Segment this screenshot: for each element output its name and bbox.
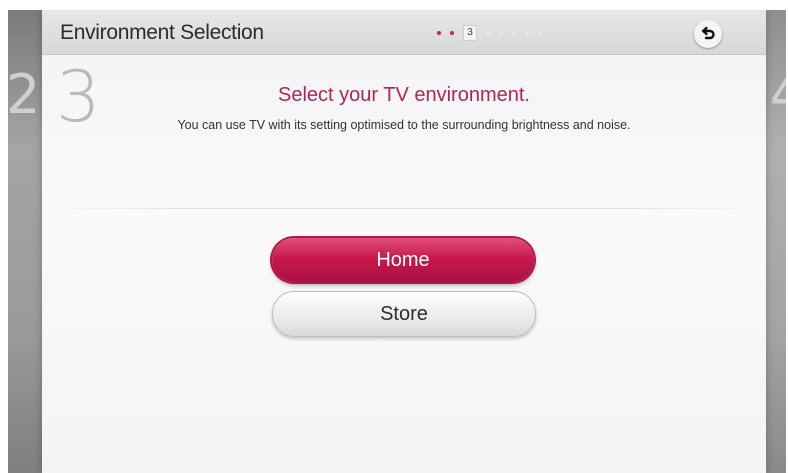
header-bar: Environment Selection 3 <box>42 10 766 55</box>
section-description: You can use TV with its setting optimise… <box>177 118 631 132</box>
next-step-number: 4 <box>770 68 786 122</box>
step-dot-pending <box>525 31 529 35</box>
back-arrow-icon <box>701 26 715 40</box>
step-dot-done <box>450 31 454 35</box>
step-current-marker: 3 <box>463 25 477 41</box>
store-option-button[interactable]: Store <box>272 291 536 337</box>
step-indicator: 3 <box>437 25 542 41</box>
previous-step-panel: 2 <box>8 10 42 473</box>
step-dot-pending <box>512 31 516 35</box>
step-dot-pending <box>486 31 490 35</box>
back-button[interactable] <box>694 20 722 48</box>
step-dot-pending <box>499 31 503 35</box>
tv-screen: 2 4 Environment Selection 3 <box>8 10 786 473</box>
setup-panel: Environment Selection 3 3 Select your TV… <box>42 10 766 473</box>
divider <box>42 208 766 209</box>
step-dot-done <box>437 31 441 35</box>
page-title: Environment Selection <box>60 21 264 44</box>
section-heading: Select your TV environment. <box>278 84 530 106</box>
home-option-button[interactable]: Home <box>272 238 534 282</box>
previous-step-number: 2 <box>8 63 41 126</box>
step-dot-pending <box>538 31 542 35</box>
